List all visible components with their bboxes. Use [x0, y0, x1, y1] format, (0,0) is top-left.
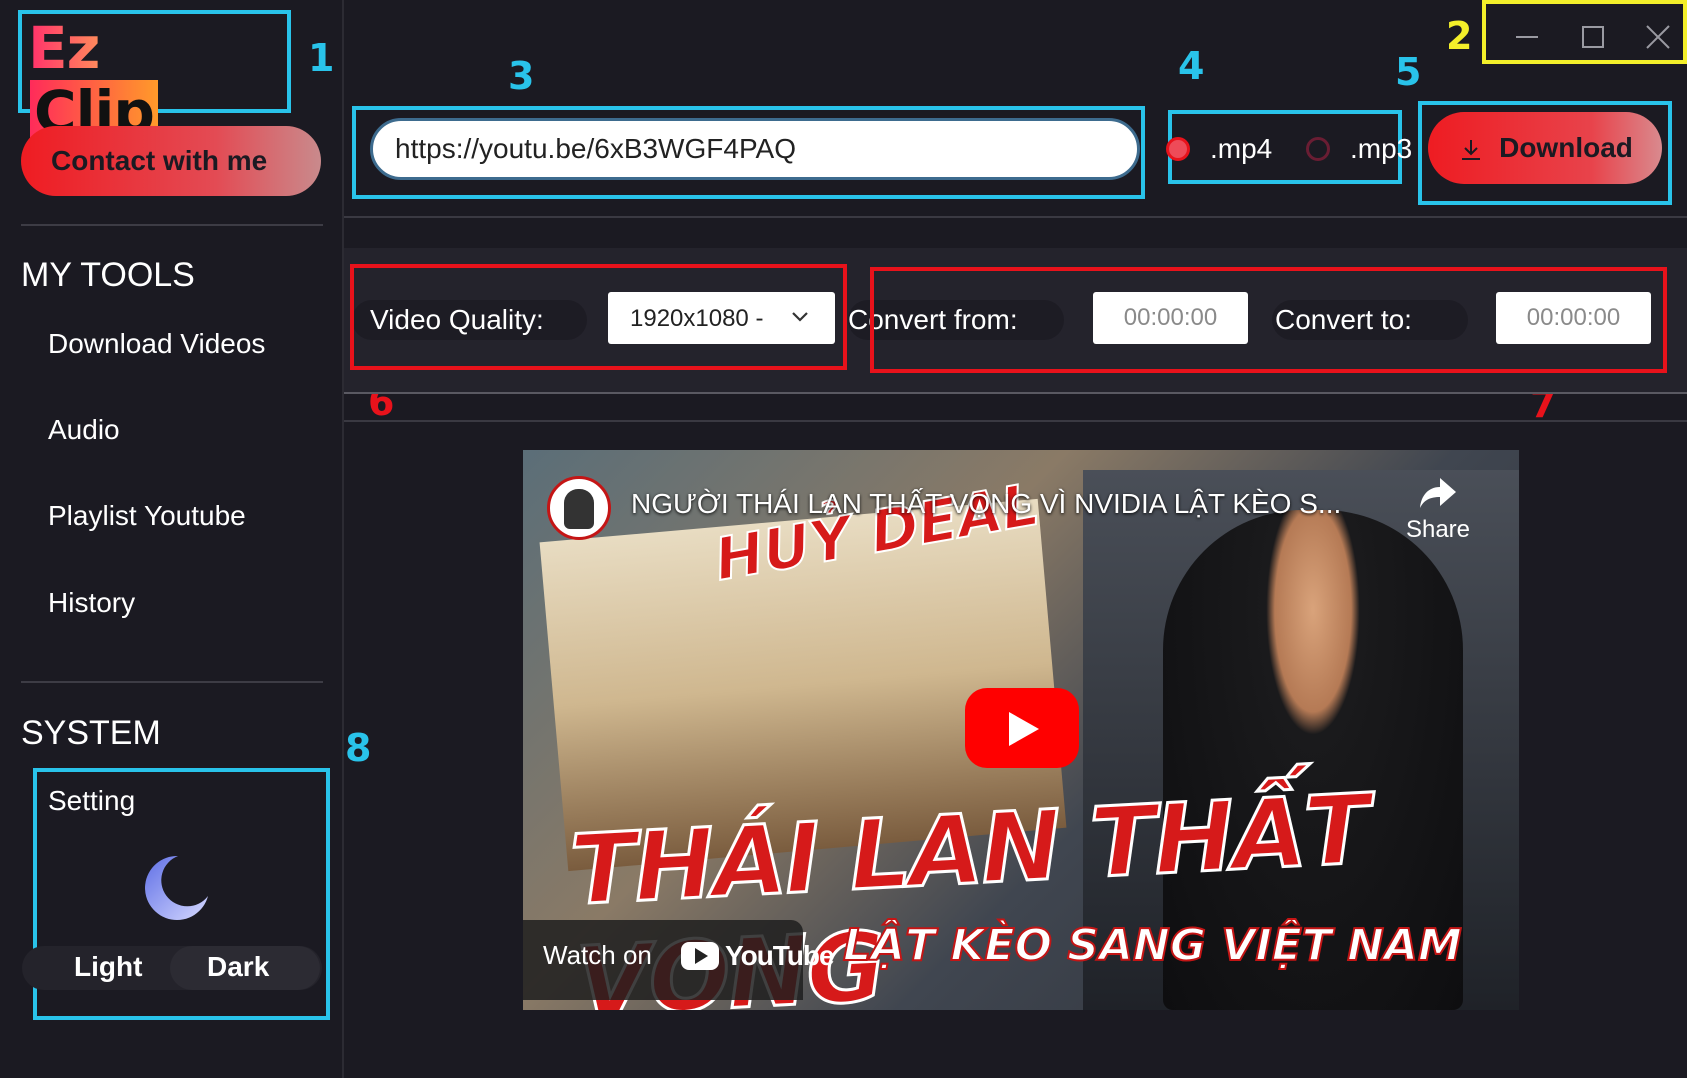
share-button[interactable]: Share — [1403, 476, 1473, 544]
maximize-icon[interactable] — [1578, 22, 1608, 52]
convert-annotation-box — [870, 267, 1667, 373]
mp4-label: .mp4 — [1210, 133, 1273, 164]
share-icon — [1420, 478, 1456, 508]
watch-on-youtube-bar[interactable]: Watch on YouTube — [523, 920, 835, 1000]
youtube-word: YouTube — [725, 940, 835, 971]
thumbnail-headline-sub: LẬT KÈO SANG VIỆT NAM — [842, 919, 1463, 972]
download-button[interactable]: Download — [1428, 112, 1662, 184]
sidebar: EzClip Contact with me MY TOOLS Download… — [0, 0, 344, 1078]
mp3-radio[interactable] — [1306, 137, 1330, 161]
mp4-radio[interactable] — [1166, 137, 1190, 161]
annotation-number: 4 — [1178, 44, 1205, 88]
play-icon[interactable] — [965, 688, 1079, 768]
toolbar-divider — [344, 216, 1687, 218]
contact-button[interactable]: Contact with me — [21, 126, 321, 196]
video-embed[interactable]: HUỶ DEAL THÁI LAN THẤT VỌNG LẬT KÈO SANG… — [523, 450, 1519, 1010]
minimize-icon[interactable] — [1512, 22, 1542, 52]
theme-dark-option[interactable]: Dark — [207, 951, 269, 983]
sidebar-item-history[interactable]: History — [48, 587, 135, 619]
logo-ez-text: Ez — [28, 14, 100, 82]
watch-on-label: Watch on — [543, 940, 652, 970]
theme-light-option[interactable]: Light — [74, 951, 142, 983]
annotation-number: 3 — [508, 54, 535, 98]
quality-annotation-box — [350, 264, 847, 370]
download-label: Download — [1499, 132, 1633, 163]
sidebar-divider — [21, 681, 323, 683]
app-logo: EzClip — [28, 14, 228, 144]
share-label: Share — [1405, 516, 1471, 543]
sidebar-item-download-videos[interactable]: Download Videos — [48, 328, 265, 360]
annotation-number: 1 — [308, 36, 335, 80]
moon-icon — [145, 855, 208, 920]
content-divider — [344, 420, 1687, 422]
sidebar-item-audio[interactable]: Audio — [48, 414, 120, 446]
url-input[interactable] — [370, 118, 1140, 180]
setting-label[interactable]: Setting — [48, 785, 135, 817]
annotation-number: 2 — [1446, 14, 1473, 58]
close-icon[interactable] — [1643, 22, 1673, 52]
mp3-label: .mp3 — [1350, 133, 1413, 164]
youtube-logo: YouTube — [681, 938, 835, 974]
sidebar-divider — [21, 224, 323, 226]
system-heading: SYSTEM — [21, 714, 161, 752]
my-tools-heading: MY TOOLS — [21, 256, 195, 294]
sidebar-item-playlist-youtube[interactable]: Playlist Youtube — [48, 500, 246, 532]
annotation-number: 5 — [1395, 50, 1422, 94]
channel-avatar[interactable] — [547, 476, 611, 540]
video-title[interactable]: NGƯỜI THÁI LAN THẤT VỌNG VÌ NVIDIA LẬT K… — [631, 488, 1341, 520]
options-divider — [344, 392, 1687, 394]
download-icon — [1462, 139, 1481, 160]
annotation-number: 8 — [345, 726, 372, 770]
